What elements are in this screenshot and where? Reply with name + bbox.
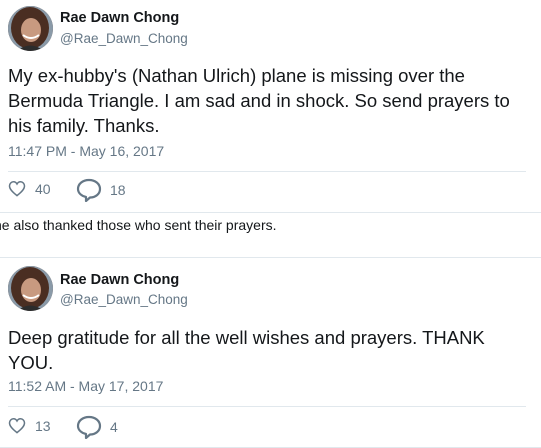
divider — [8, 406, 526, 407]
reply-button[interactable]: 18 — [76, 178, 126, 202]
avatar[interactable] — [8, 266, 53, 311]
reply-count: 18 — [110, 182, 126, 198]
reply-count: 4 — [110, 419, 118, 435]
like-count: 40 — [35, 180, 51, 197]
divider — [8, 171, 526, 172]
tweet-card: Rae Dawn Chong @Rae_Dawn_Chong Deep grat… — [0, 257, 541, 448]
author-name[interactable]: Rae Dawn Chong — [60, 10, 179, 26]
avatar[interactable] — [8, 6, 53, 51]
author-name[interactable]: Rae Dawn Chong — [60, 272, 179, 288]
like-count: 13 — [35, 417, 51, 434]
tweet-card: Rae Dawn Chong @Rae_Dawn_Chong My ex-hub… — [0, 0, 541, 213]
heart-icon — [8, 180, 26, 197]
timestamp[interactable]: 11:47 PM - May 16, 2017 — [8, 143, 164, 159]
author-handle[interactable]: @Rae_Dawn_Chong — [60, 292, 188, 307]
heart-icon — [8, 417, 26, 434]
speech-bubble-icon — [76, 178, 102, 202]
timestamp[interactable]: 11:52 AM - May 17, 2017 — [8, 378, 163, 394]
tweet-text: My ex-hubby's (Nathan Ulrich) plane is m… — [8, 65, 510, 136]
reply-button[interactable]: 4 — [76, 415, 118, 439]
speech-bubble-icon — [76, 415, 102, 439]
like-button[interactable]: 40 — [8, 180, 51, 197]
author-handle[interactable]: @Rae_Dawn_Chong — [60, 31, 188, 46]
caption-text: he also thanked those who sent their pra… — [0, 217, 277, 233]
tweet-text: Deep gratitude for all the well wishes a… — [8, 327, 485, 373]
like-button[interactable]: 13 — [8, 417, 51, 434]
